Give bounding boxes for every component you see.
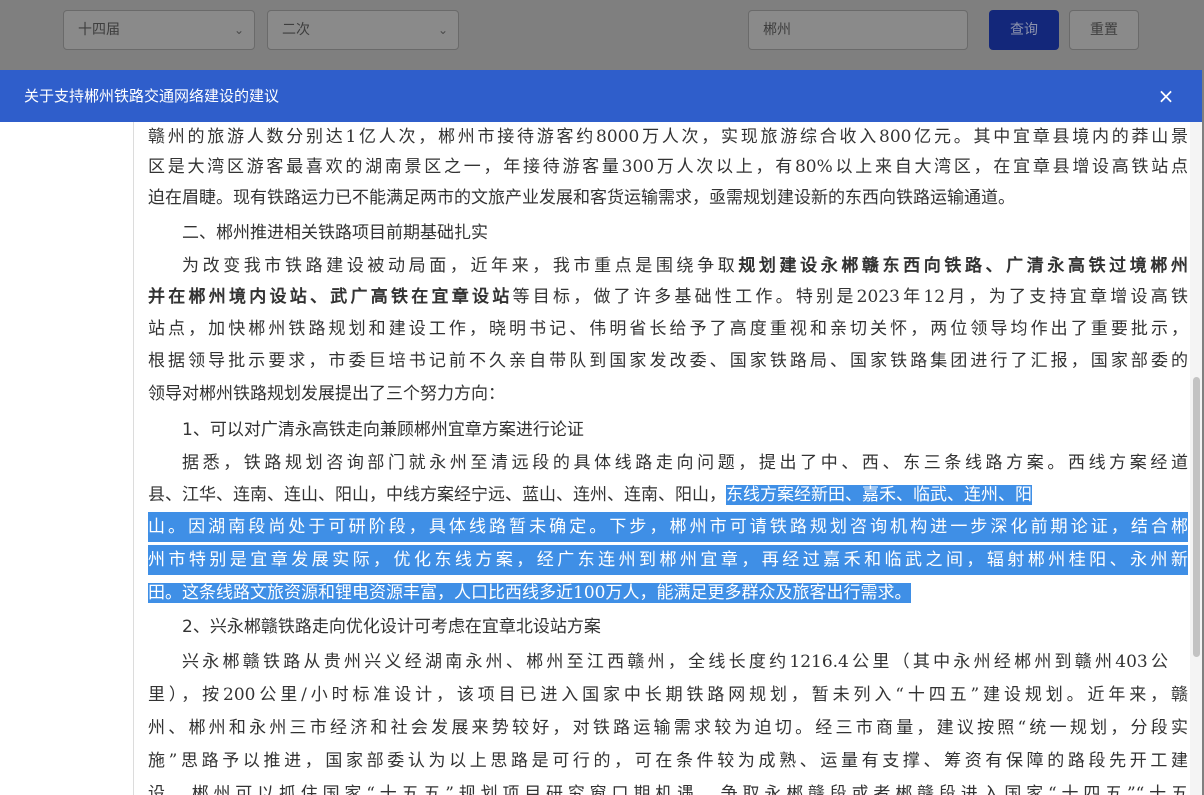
paragraph-line: 根据领导批示要求，市委巨培书记前不久亲自带队到国家发改委、国家铁路局、国家铁路集… — [148, 351, 1188, 371]
chevron-down-icon: ⌄ — [233, 23, 244, 37]
paragraph-line: 里），按200公里/小时标准设计，该项目已进入国家中长期铁路网规划，暂未列入“十… — [148, 685, 1188, 705]
meeting-select-value: 二次 — [282, 22, 310, 38]
session-select-value: 十四届 — [78, 22, 120, 38]
content-divider — [133, 122, 134, 795]
paragraph-line: 领导对郴州铁路规划发展提出了三个努力方向： — [148, 384, 505, 404]
paragraph-line: 兴永郴赣铁路从贵州兴义经湖南永州、郴州至江西赣州，全线长度约1216.4公里（其… — [182, 652, 1168, 672]
meeting-select[interactable]: 二次 ⌄ — [267, 10, 459, 50]
paragraph-line: 施”思路予以推进，国家部委认为以上思路是可行的，可在条件较为成熟、运量有支撑、筹… — [148, 751, 1188, 771]
query-button[interactable]: 查询 — [989, 10, 1059, 50]
paragraph-line: 州、郴州和永州三市经济和社会发展来势较好，对铁路运输需求较为迫切。经三市商量，建… — [148, 718, 1188, 738]
paragraph-line: 田。这条线路文旅资源和锂电资源丰富，人口比西线多近100万人，能满足更多群众及旅… — [148, 578, 912, 608]
section-heading: 二、郴州推进相关铁路项目前期基础扎实 — [182, 223, 488, 243]
text-run: 县、江华、连南、连山、阳山，中线方案经宁远、蓝山、连州、连南、阳山， — [148, 485, 726, 505]
paragraph-line: 站点，加快郴州铁路规划和建设工作，晓明书记、伟明省长给予了高度重视和亲切关怀，两… — [148, 319, 1188, 339]
modal-header: 关于支持郴州铁路交通网络建设的建议 × — [0, 70, 1202, 122]
text-run: 为改变我市铁路建设被动局面，近年来，我市重点是围绕争取 — [182, 256, 739, 276]
selected-text[interactable]: 田。这条线路文旅资源和锂电资源丰富，人口比西线多近100万人，能满足更多群众及旅… — [148, 583, 912, 603]
paragraph-line: 区是大湾区游客最喜欢的湖南景区之一，年接待游客量300万人次以上，有80%以上来… — [148, 157, 1188, 177]
paragraph-line: 设。郴州可以抓住国家“十五五”规划项目研究窗口期机遇，争取永郴赣段或者郴赣段进入… — [148, 784, 1188, 795]
selected-text[interactable]: 州市特别是宜章发展实际，优化东线方案，经广东连州到郴州宜章，再经过嘉禾和临武之间… — [148, 545, 1188, 575]
paragraph-line: 并在郴州境内设站、武广高铁在宜章设站等目标，做了许多基础性工作。特别是2023年… — [148, 282, 1188, 312]
keyword-input[interactable]: 郴州 — [748, 10, 968, 50]
bold-text-run: 规划建设永郴赣东西向铁路、广清永高铁过境郴州 — [738, 256, 1188, 276]
proposal-modal: 关于支持郴州铁路交通网络建设的建议 × 赣州的旅游人数分别达1亿人次，郴州市接待… — [0, 70, 1202, 795]
text-run: 等目标，做了许多基础性工作。特别是2023年12月，为了支持宜章增设高铁 — [512, 287, 1188, 307]
modal-body[interactable]: 赣州的旅游人数分别达1亿人次，郴州市接待游客约8000万人次，实现旅游综合收入8… — [0, 122, 1202, 795]
paragraph-line: 赣州的旅游人数分别达1亿人次，郴州市接待游客约8000万人次，实现旅游综合收入8… — [148, 127, 1188, 147]
selected-text[interactable]: 山。因湖南段尚处于可研阶段，具体线路暂未确定。下步，郴州市可请铁路规划咨询机构进… — [148, 512, 1188, 542]
paragraph-line: 迫在眉睫。现有铁路运力已不能满足两市的文旅产业发展和客货运输需求，亟需规划建设新… — [148, 188, 1015, 208]
keyword-input-value: 郴州 — [763, 22, 791, 38]
selected-text[interactable]: 东线方案经新田、嘉禾、临武、连州、阳 — [726, 485, 1032, 505]
close-icon[interactable]: × — [1154, 84, 1178, 108]
subsection-heading: 2、兴永郴赣铁路走向优化设计可考虑在宜章北设站方案 — [182, 617, 601, 637]
session-select[interactable]: 十四届 ⌄ — [63, 10, 255, 50]
paragraph-line: 据悉，铁路规划咨询部门就永州至清远段的具体线路走向问题，提出了中、西、东三条线路… — [182, 453, 1188, 473]
modal-title: 关于支持郴州铁路交通网络建设的建议 — [24, 87, 280, 105]
scrollbar-thumb[interactable] — [1193, 377, 1200, 657]
paragraph-line: 为改变我市铁路建设被动局面，近年来，我市重点是围绕争取规划建设永郴赣东西向铁路、… — [182, 251, 1188, 281]
filter-bar: 十四届 ⌄ 二次 ⌄ 郴州 查询 重置 — [0, 0, 1204, 70]
subsection-heading: 1、可以对广清永高铁走向兼顾郴州宜章方案进行论证 — [182, 420, 584, 440]
reset-button[interactable]: 重置 — [1069, 10, 1139, 50]
paragraph-line: 县、江华、连南、连山、阳山，中线方案经宁远、蓝山、连州、连南、阳山，东线方案经新… — [148, 480, 1032, 510]
chevron-down-icon: ⌄ — [437, 23, 448, 37]
bold-text-run: 并在郴州境内设站、武广高铁在宜章设站 — [148, 287, 513, 307]
